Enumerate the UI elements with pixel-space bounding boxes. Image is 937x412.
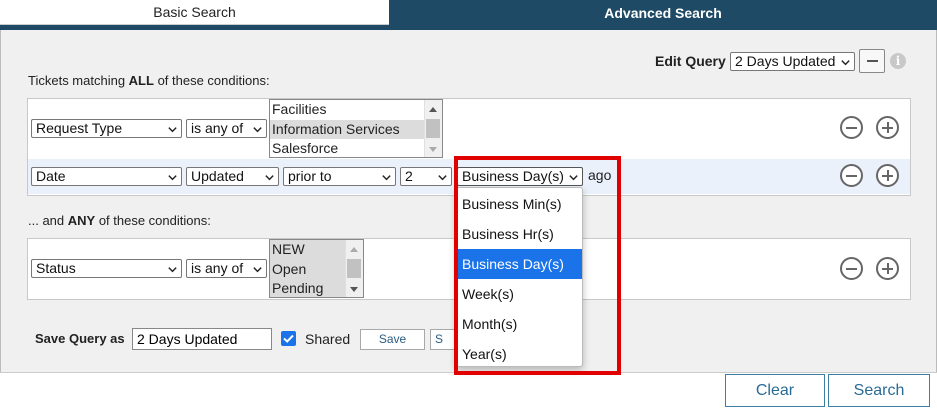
chevron-down-icon <box>841 60 850 66</box>
tab-advanced-search[interactable]: Advanced Search <box>389 0 937 25</box>
list-option-selected[interactable]: NEW <box>270 240 345 260</box>
info-icon[interactable]: i <box>890 53 906 69</box>
save-query-name-input[interactable] <box>132 328 272 350</box>
scroll-up-icon[interactable] <box>429 107 437 112</box>
edit-query-select[interactable]: 2 Days Updated <box>730 52 855 71</box>
edit-query-value: 2 Days Updated <box>735 53 836 69</box>
condition-field-select[interactable]: Date <box>31 167 182 186</box>
tab-basic-search[interactable]: Basic Search <box>0 0 389 25</box>
remove-condition-icon[interactable] <box>840 116 863 139</box>
checkmark-icon <box>283 334 294 343</box>
edit-query-label: Edit Query <box>655 53 726 69</box>
list-option-selected[interactable]: Pending <box>270 279 345 297</box>
remove-condition-icon[interactable] <box>840 164 863 187</box>
condition-field-select[interactable]: Request Type <box>31 119 182 138</box>
shared-checkbox[interactable] <box>281 331 296 346</box>
chevron-down-icon <box>382 175 391 181</box>
chevron-down-icon <box>438 175 447 181</box>
list-option[interactable]: Salesforce <box>270 139 442 157</box>
all-conditions-label: Tickets matching ALL of these conditions… <box>28 73 270 88</box>
scrollbar-thumb[interactable] <box>426 119 440 138</box>
listbox-scrollbar[interactable] <box>424 100 442 157</box>
condition-operator-select[interactable]: is any of <box>186 259 267 278</box>
listbox-scrollbar[interactable] <box>345 240 363 297</box>
status-listbox[interactable]: NEW Open Pending <box>269 239 364 298</box>
scroll-up-icon[interactable] <box>350 247 358 252</box>
chevron-down-icon <box>168 267 177 273</box>
chevron-down-icon <box>168 127 177 133</box>
condition-operator-select[interactable]: is any of <box>186 119 267 138</box>
remove-condition-icon[interactable] <box>840 257 863 280</box>
any-conditions-label: ... and ANY of these conditions: <box>28 213 211 228</box>
chevron-down-icon <box>168 175 177 181</box>
clear-button[interactable]: Clear <box>725 374 825 407</box>
list-option[interactable]: Facilities <box>270 100 442 120</box>
request-type-listbox[interactable]: Facilities Information Services Salesfor… <box>269 99 443 158</box>
list-option-selected[interactable]: Information Services <box>270 119 442 139</box>
add-condition-icon[interactable] <box>876 257 899 280</box>
chevron-down-icon <box>253 267 262 273</box>
condition-field-select[interactable]: Status <box>31 259 182 278</box>
chevron-down-icon <box>253 127 262 133</box>
date-type-select[interactable]: Updated <box>186 167 279 186</box>
search-button[interactable]: Search <box>828 374 930 407</box>
scroll-down-icon[interactable] <box>429 147 437 152</box>
scrollbar-thumb[interactable] <box>347 259 361 278</box>
shared-label: Shared <box>305 331 351 347</box>
chevron-down-icon <box>265 175 274 181</box>
date-operator-select[interactable]: prior to <box>283 167 396 186</box>
add-condition-icon[interactable] <box>876 116 899 139</box>
save-button[interactable]: Save <box>360 329 425 350</box>
list-option-selected[interactable]: Open <box>270 259 345 279</box>
delete-query-button[interactable] <box>859 49 885 73</box>
search-tabs: Basic Search Advanced Search <box>0 0 937 25</box>
scroll-down-icon[interactable] <box>350 287 358 292</box>
save-query-label: Save Query as <box>35 331 125 346</box>
add-condition-icon[interactable] <box>876 164 899 187</box>
amount-select[interactable]: 2 <box>400 167 452 186</box>
highlight-frame <box>454 156 621 375</box>
